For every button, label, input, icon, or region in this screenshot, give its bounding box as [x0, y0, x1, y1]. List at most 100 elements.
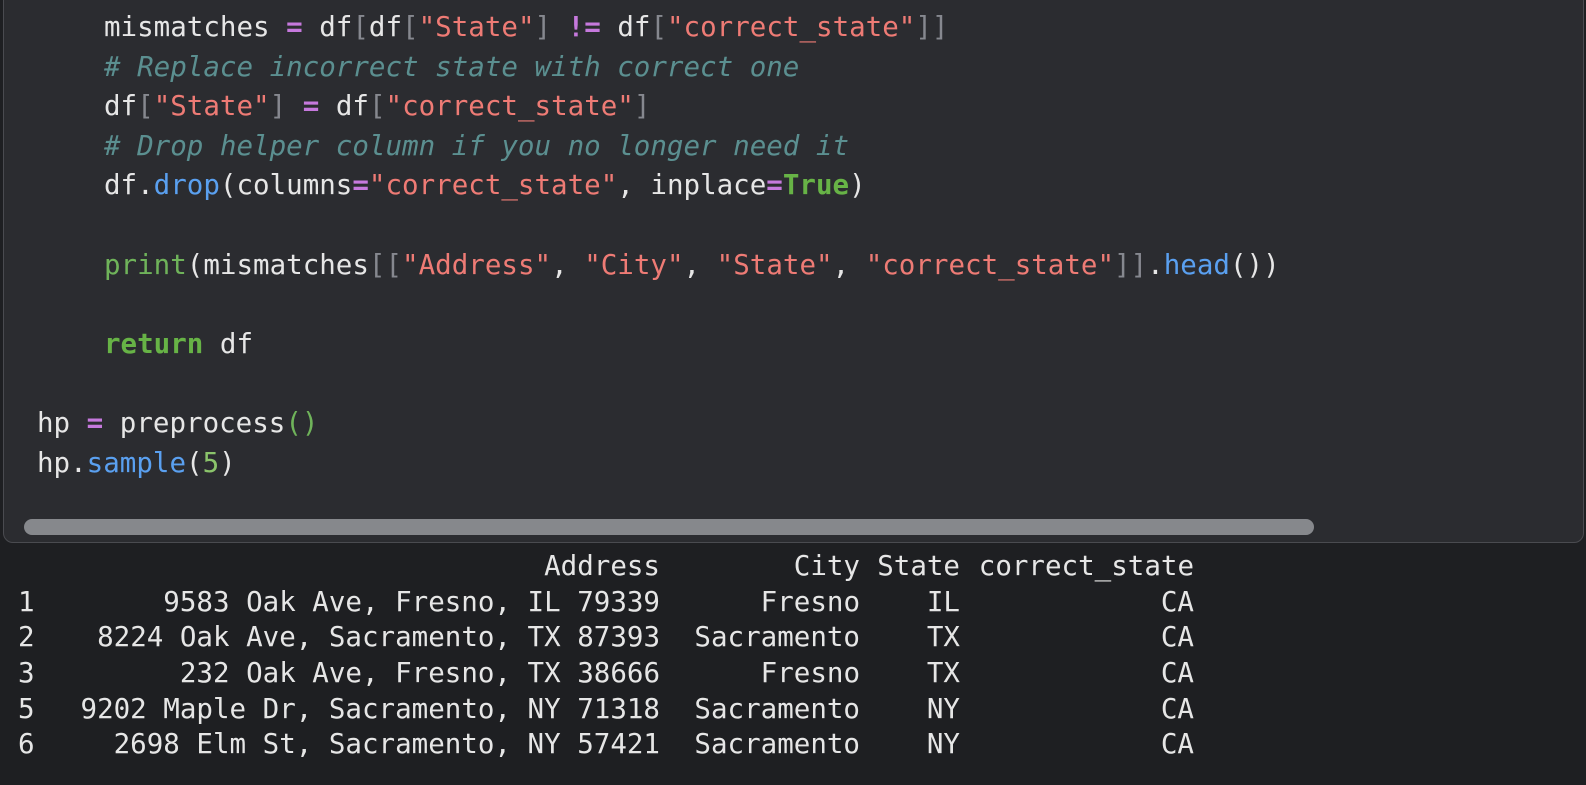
- code-token: ): [219, 446, 236, 479]
- code-token: df: [203, 327, 254, 360]
- row-correct-state: CA: [1160, 728, 1194, 760]
- code-token: (columns: [219, 169, 353, 202]
- row-state: NY: [926, 693, 960, 725]
- row-state: NY: [926, 728, 960, 760]
- row-city: Fresno: [760, 586, 860, 618]
- code-token: sample: [86, 446, 187, 479]
- row-state: IL: [926, 586, 960, 618]
- code-token: "correct_state": [385, 90, 634, 123]
- code-token: , inplace: [617, 169, 767, 202]
- row-address: 9583 Oak Ave, Fresno, IL 79339: [163, 586, 660, 618]
- code-token: df.: [104, 169, 154, 202]
- code-token: 5: [202, 446, 220, 479]
- cell-output: Address City State correct_state 1 9583 …: [0, 548, 1586, 785]
- code-token: df: [600, 11, 651, 43]
- header-city: City: [793, 550, 860, 582]
- row-address: 232 Oak Ave, Fresno, TX 38666: [179, 657, 660, 689]
- output-row: 2 8224 Oak Ave, Sacramento, TX 87393 Sac…: [0, 619, 1586, 655]
- code-token: df: [302, 11, 353, 43]
- code-token: df: [319, 90, 369, 123]
- code-token: ]]: [915, 11, 949, 43]
- code-token: hp.: [37, 446, 87, 479]
- code-token: [: [402, 11, 419, 43]
- code-token: ]: [633, 90, 651, 123]
- code-token: [: [137, 90, 154, 123]
- header-correct-state: correct_state: [978, 550, 1194, 582]
- row-index: 3: [18, 657, 35, 689]
- output-row: 5 9202 Maple Dr, Sacramento, NY 71318 Sa…: [0, 691, 1586, 727]
- code-token: preprocess: [103, 407, 286, 439]
- code-token: df: [104, 90, 138, 123]
- row-correct-state: CA: [1160, 693, 1194, 725]
- code-token: "correct_state": [667, 11, 916, 43]
- row-city: Sacramento: [694, 693, 860, 725]
- code-line[interactable]: mismatches = df[df["State"] != df["corre…: [104, 7, 948, 47]
- horizontal-scrollbar[interactable]: [24, 519, 1314, 535]
- code-token: [[: [368, 248, 403, 281]
- code-token: "City": [584, 248, 684, 281]
- code-token: =: [86, 407, 104, 439]
- output-row: 3 232 Oak Ave, Fresno, TX 38666 Fresno T…: [0, 655, 1586, 691]
- code-token: (: [186, 446, 203, 479]
- code-token: [: [650, 11, 667, 43]
- code-token: =: [286, 11, 303, 43]
- code-line[interactable]: # Replace incorrect state with correct o…: [104, 47, 799, 87]
- code-token: return: [104, 327, 204, 360]
- code-token: =: [302, 90, 320, 123]
- row-address: 8224 Oak Ave, Sacramento, TX 87393: [97, 621, 660, 653]
- code-token: True: [782, 169, 850, 202]
- code-token: "correct_state": [865, 248, 1115, 281]
- code-token: # Drop helper column if you no longer ne…: [104, 129, 850, 162]
- code-token: "State": [153, 90, 270, 123]
- code-token: ,: [683, 248, 717, 281]
- code-line[interactable]: hp.sample(5): [37, 443, 236, 483]
- code-token: (mismatches: [186, 248, 369, 281]
- code-line[interactable]: print(mismatches[["Address", "City", "St…: [104, 245, 1280, 285]
- code-token: print: [104, 248, 187, 281]
- row-city: Fresno: [760, 657, 860, 689]
- code-token: (): [285, 407, 319, 439]
- code-token: .: [1147, 248, 1164, 281]
- row-index: 2: [18, 621, 35, 653]
- code-token: [: [368, 90, 386, 123]
- code-token: ()): [1229, 248, 1280, 281]
- row-city: Sacramento: [694, 728, 860, 760]
- code-token: "State": [716, 248, 833, 281]
- code-line[interactable]: df.drop(columns="correct_state", inplace…: [104, 165, 866, 205]
- row-address: 9202 Maple Dr, Sacramento, NY 71318: [80, 693, 660, 725]
- row-correct-state: CA: [1160, 621, 1194, 653]
- row-city: Sacramento: [694, 621, 860, 653]
- code-token: =: [766, 169, 783, 202]
- row-index: 6: [18, 728, 35, 760]
- code-token: !=: [567, 11, 601, 43]
- code-line[interactable]: df["State"] = df["correct_state"]: [104, 86, 650, 126]
- code-line[interactable]: # Drop helper column if you no longer ne…: [104, 126, 849, 166]
- row-state: TX: [926, 657, 960, 689]
- code-token: ,: [832, 248, 866, 281]
- output-header-row: Address City State correct_state: [0, 548, 1586, 584]
- code-token: head: [1163, 248, 1230, 281]
- code-token: ]]: [1114, 248, 1148, 281]
- row-correct-state: CA: [1160, 657, 1194, 689]
- code-token: ): [849, 169, 866, 202]
- code-line[interactable]: return df: [104, 324, 253, 364]
- code-token: "State": [418, 11, 535, 43]
- code-cell[interactable]: mismatches = df[df["State"] != df["corre…: [3, 0, 1584, 543]
- code-token: mismatches: [104, 11, 287, 43]
- code-token: =: [352, 169, 369, 202]
- code-token: # Replace incorrect state with correct o…: [104, 50, 800, 83]
- output-row: 6 2698 Elm St, Sacramento, NY 57421 Sacr…: [0, 726, 1586, 762]
- row-index: 1: [18, 586, 35, 618]
- row-correct-state: CA: [1160, 586, 1194, 618]
- code-token: "correct_state": [368, 169, 618, 202]
- code-token: hp: [37, 407, 87, 439]
- row-index: 5: [18, 693, 35, 725]
- scrollbar-thumb[interactable]: [24, 519, 1314, 535]
- header-address: Address: [544, 550, 660, 582]
- row-address: 2698 Elm St, Sacramento, NY 57421: [113, 728, 660, 760]
- code-token: ,: [551, 248, 585, 281]
- code-line[interactable]: hp = preprocess(): [37, 403, 318, 443]
- code-token: "Address": [402, 248, 552, 281]
